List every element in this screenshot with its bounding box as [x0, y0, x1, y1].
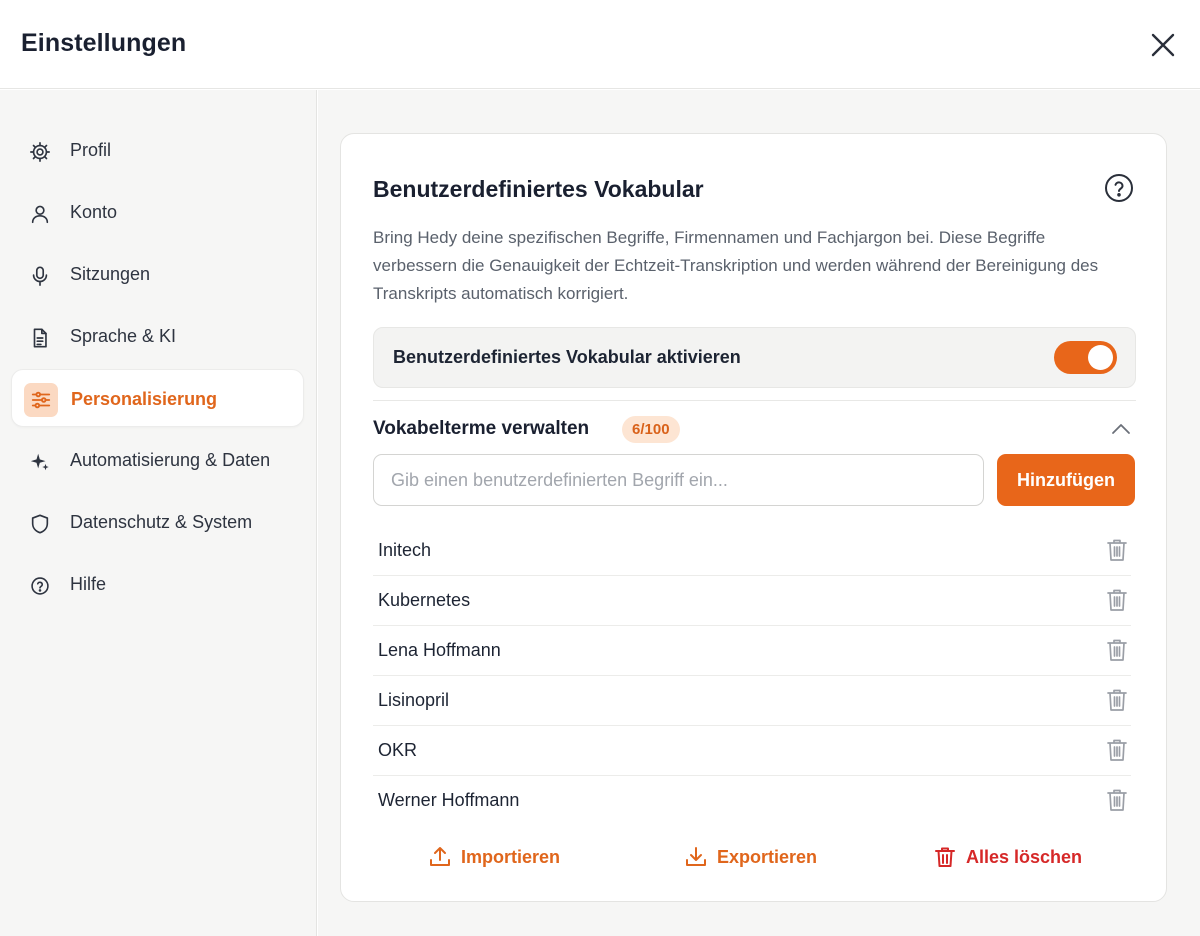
- sidebar-item-label: Automatisierung & Daten: [70, 450, 271, 470]
- sidebar-item-sitzungen[interactable]: Sitzungen: [11, 245, 304, 303]
- vocabulary-toggle-switch[interactable]: [1054, 341, 1117, 374]
- sliders-icon: [24, 383, 58, 417]
- delete-term-button[interactable]: [1104, 737, 1130, 763]
- sidebar-item-datenschutz[interactable]: Datenschutz & System: [11, 493, 304, 551]
- footer-actions: Importieren Exportieren Alles löschen: [373, 840, 1136, 874]
- custom-term-input[interactable]: [373, 454, 984, 506]
- sparkle-icon: [26, 448, 54, 476]
- trash-icon: [933, 845, 957, 869]
- sidebar-item-sprache-ki[interactable]: Sprache & KI: [11, 307, 304, 365]
- collapse-section-button[interactable]: [1109, 419, 1133, 439]
- microphone-icon: [26, 262, 54, 290]
- vocabulary-card: Benutzerdefiniertes Vokabular Bring Hedy…: [340, 133, 1167, 902]
- delete-term-button[interactable]: [1104, 637, 1130, 663]
- term-row: Lisinopril: [373, 676, 1131, 726]
- term-label: Initech: [378, 540, 432, 560]
- export-button[interactable]: Exportieren: [684, 840, 817, 874]
- user-icon: [26, 200, 54, 228]
- help-button[interactable]: [1103, 172, 1135, 204]
- trash-icon: [1107, 539, 1127, 561]
- help-circle-icon: [1105, 174, 1133, 202]
- sidebar-item-automatisierung[interactable]: Automatisierung & Daten: [11, 431, 304, 489]
- sidebar-item-personalisierung[interactable]: Personalisierung: [11, 369, 304, 427]
- import-button[interactable]: Importieren: [428, 840, 560, 874]
- term-row: OKR: [373, 726, 1131, 776]
- sidebar-item-label: Sitzungen: [70, 264, 151, 284]
- settings-header: Einstellungen: [0, 0, 1200, 89]
- sidebar-item-label: Hilfe: [70, 574, 107, 594]
- add-term-button[interactable]: Hinzufügen: [997, 454, 1135, 506]
- document-icon: [26, 324, 54, 352]
- download-icon: [684, 845, 708, 869]
- sidebar-nav: Profil Konto Sitzungen Sprache & KI Pers…: [0, 90, 317, 936]
- export-label: Exportieren: [717, 846, 818, 867]
- section-divider: [373, 400, 1136, 401]
- close-button[interactable]: [1146, 28, 1180, 62]
- delete-term-button[interactable]: [1104, 537, 1130, 563]
- trash-icon: [1107, 739, 1127, 761]
- help-icon: [26, 572, 54, 600]
- trash-icon: [1107, 589, 1127, 611]
- shield-icon: [26, 510, 54, 538]
- section-title: Vokabelterme verwalten: [373, 418, 590, 439]
- term-row: Initech: [373, 526, 1131, 576]
- vocabulary-toggle-row: Benutzerdefiniertes Vokabular aktivieren: [373, 327, 1136, 388]
- clear-all-button[interactable]: Alles löschen: [933, 840, 1082, 874]
- term-row: Kubernetes: [373, 576, 1131, 626]
- term-row: Lena Hoffmann: [373, 626, 1131, 676]
- trash-icon: [1107, 789, 1127, 811]
- vocabulary-term-list: Initech Kubernetes Lena Hoffmann Lisinopril…: [373, 526, 1131, 826]
- trash-icon: [1107, 689, 1127, 711]
- sidebar-item-label: Datenschutz & System: [70, 512, 253, 532]
- sidebar-item-hilfe[interactable]: Hilfe: [11, 555, 304, 613]
- sidebar-item-label: Personalisierung: [71, 389, 218, 409]
- trash-icon: [1107, 639, 1127, 661]
- toggle-label: Benutzerdefiniertes Vokabular aktivieren: [393, 347, 741, 367]
- close-icon: [1151, 33, 1175, 57]
- upload-icon: [428, 845, 452, 869]
- term-label: Werner Hoffmann: [378, 790, 520, 810]
- term-label: Kubernetes: [378, 590, 471, 610]
- sidebar-item-konto[interactable]: Konto: [11, 183, 304, 241]
- main-content: Benutzerdefiniertes Vokabular Bring Hedy…: [318, 90, 1200, 936]
- delete-term-button[interactable]: [1104, 787, 1130, 813]
- import-label: Importieren: [461, 846, 561, 867]
- delete-term-button[interactable]: [1104, 687, 1130, 713]
- clear-all-label: Alles löschen: [966, 846, 1083, 867]
- gear-icon: [26, 138, 54, 166]
- page-title: Einstellungen: [21, 29, 187, 57]
- term-label: Lisinopril: [378, 690, 450, 710]
- sidebar-item-label: Konto: [70, 202, 118, 222]
- term-label: OKR: [378, 740, 418, 760]
- sidebar-item-label: Sprache & KI: [70, 326, 177, 346]
- term-row: Werner Hoffmann: [373, 776, 1131, 826]
- card-description: Bring Hedy deine spezifischen Begriffe, …: [373, 228, 1099, 303]
- chevron-up-icon: [1112, 424, 1130, 434]
- delete-term-button[interactable]: [1104, 587, 1130, 613]
- term-count-badge: 6/100: [622, 416, 680, 443]
- card-title: Benutzerdefiniertes Vokabular: [373, 176, 704, 202]
- sidebar-item-profil[interactable]: Profil: [11, 121, 304, 179]
- term-label: Lena Hoffmann: [378, 640, 501, 660]
- toggle-knob: [1088, 345, 1113, 370]
- sidebar-item-label: Profil: [70, 140, 112, 160]
